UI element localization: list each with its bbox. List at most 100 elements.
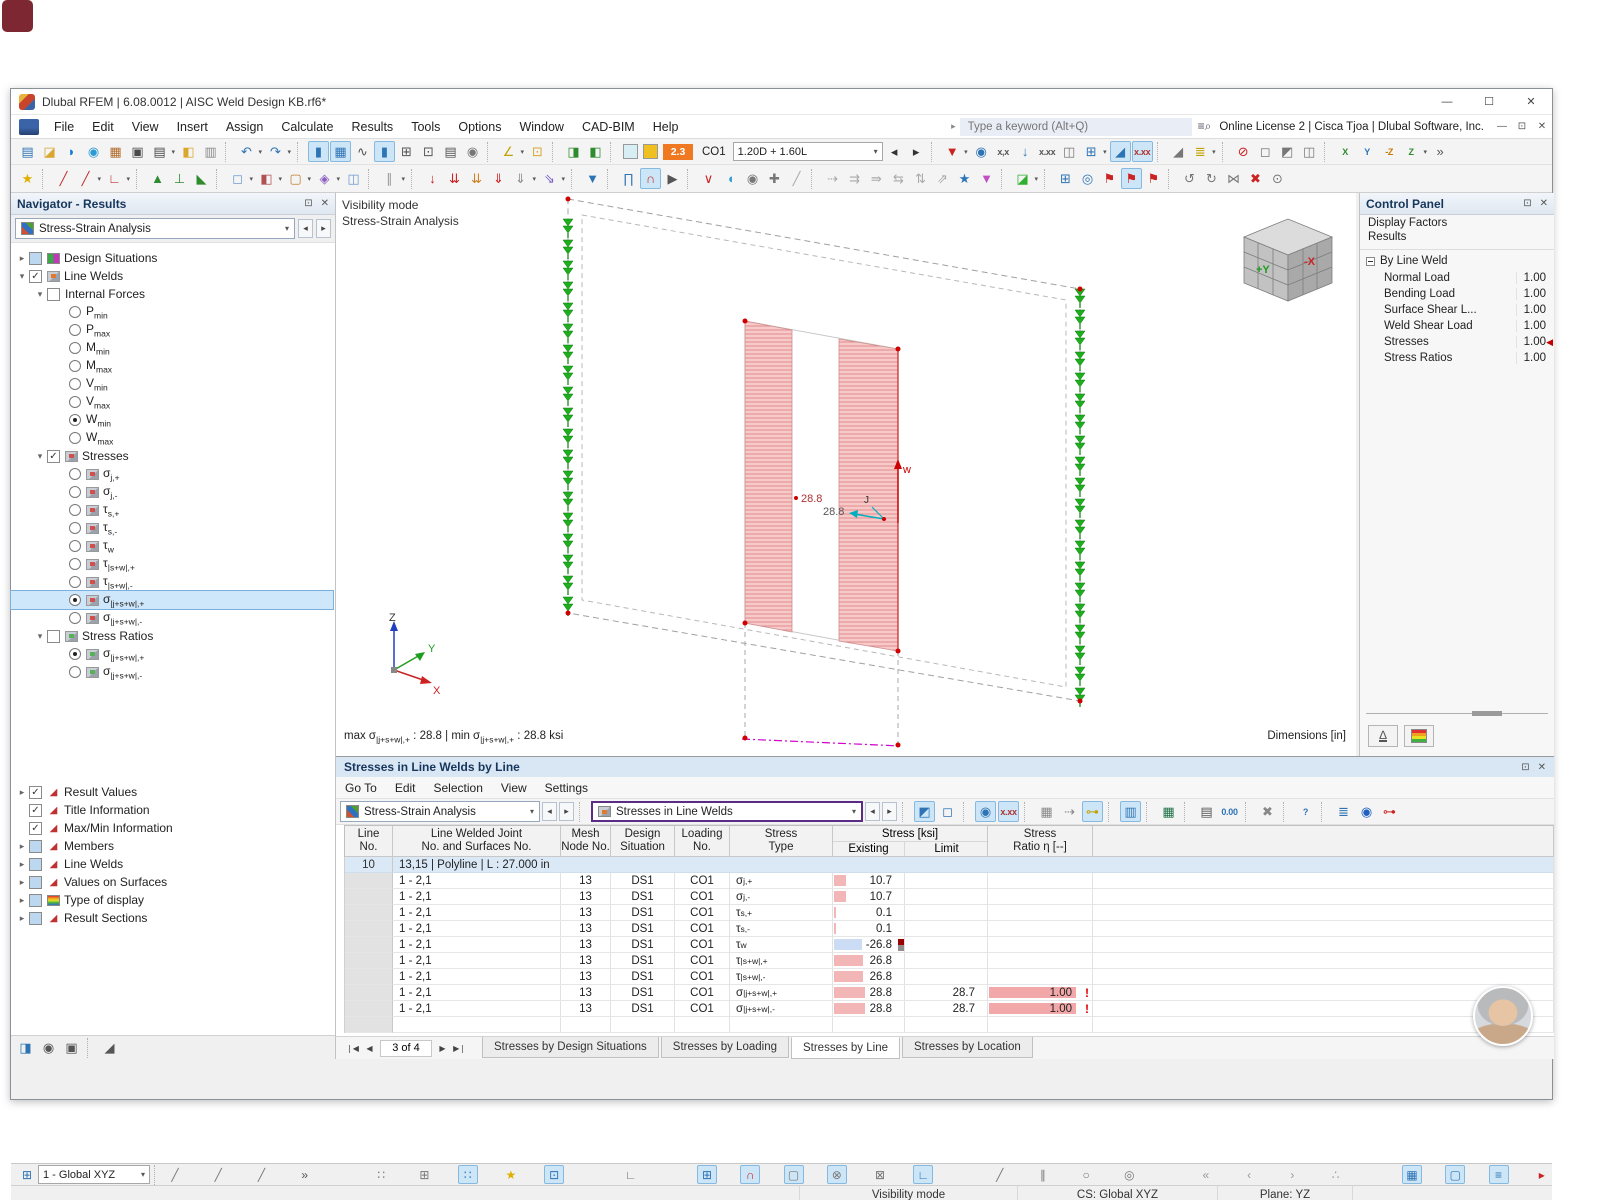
table-combo1-next-button[interactable]: ▸ <box>559 802 574 821</box>
loading-cell[interactable]: CO1 <box>675 905 730 921</box>
close-button[interactable]: ✕ <box>1510 89 1552 114</box>
selection-window-icon[interactable]: ▢ <box>1445 1165 1465 1184</box>
stress-ratio-cell[interactable] <box>988 889 1093 905</box>
radio-button[interactable] <box>69 378 81 390</box>
radio-button[interactable] <box>69 486 81 498</box>
visibility-flag-new-icon[interactable]: ⚑ <box>1143 168 1164 189</box>
radio-button[interactable] <box>69 540 81 552</box>
dots-snap-icon[interactable]: ∴ <box>1326 1165 1346 1184</box>
stress-type-cell[interactable]: σ|j+s+w|,- <box>730 1001 833 1017</box>
new-polyline-icon[interactable]: ∟▾ <box>104 168 125 189</box>
navigator-toggle-icon[interactable]: ▮ <box>308 141 329 162</box>
checkbox[interactable]: ✓ <box>29 270 42 283</box>
table-row[interactable]: 1 - 2,113DS1CO1τ|s+w|,+26.8 <box>344 953 1554 969</box>
table-menu-go-to[interactable]: Go To <box>336 777 386 798</box>
col-mesh-node[interactable]: Mesh Node No. <box>561 826 611 857</box>
menu-insert[interactable]: Insert <box>168 115 217 138</box>
box-snap-icon[interactable]: ⊠ <box>870 1165 890 1184</box>
joint-cell[interactable]: 1 - 2,1 <box>393 985 561 1001</box>
radio-button[interactable] <box>69 612 81 624</box>
rotate-cw-icon[interactable]: ↻ <box>1201 168 1222 189</box>
stress-type-cell[interactable]: τs,- <box>730 921 833 937</box>
snap-guides-icon[interactable]: ⊡ <box>544 1165 564 1184</box>
radio-button[interactable] <box>69 648 81 660</box>
col-existing[interactable]: Existing <box>833 842 905 856</box>
existing-stress-cell[interactable]: 26.8 <box>833 953 905 969</box>
stress-type-cell[interactable]: σ|j+s+w|,+ <box>730 985 833 1001</box>
camera-icon[interactable]: ▣ <box>61 1037 82 1058</box>
report-icon[interactable]: ▥ <box>200 141 221 162</box>
dlubal-connect-icon[interactable]: ◗ <box>61 141 82 162</box>
units-icon[interactable]: ≣▾ <box>1190 141 1211 162</box>
col-stress-ratio[interactable]: Stress Ratio η [--] <box>988 826 1093 857</box>
render-edit-icon[interactable]: ◩ <box>1277 141 1298 162</box>
new-member-icon[interactable]: ▲ <box>147 168 168 189</box>
scale-button[interactable]: ∆ <box>1368 725 1398 747</box>
line-number-cell[interactable]: 10 <box>345 857 393 873</box>
panel-toggle-icon[interactable]: ▮ <box>374 141 395 162</box>
limit-stress-cell[interactable] <box>905 969 988 985</box>
display-item-max-min-information[interactable]: ✓◢Max/Min Information <box>11 819 335 837</box>
result-values-icon[interactable]: x,x <box>993 141 1014 162</box>
limit-stress-cell[interactable] <box>905 873 988 889</box>
print-icon[interactable]: ▤▾ <box>149 141 170 162</box>
tangent-snap-icon[interactable]: ○ <box>1076 1165 1096 1184</box>
menu-calculate[interactable]: Calculate <box>272 115 342 138</box>
minimize-button[interactable]: — <box>1426 89 1468 114</box>
collapse-icon[interactable] <box>1366 257 1375 266</box>
analysis-type-select[interactable]: Stress-Strain Analysis ▾ <box>15 218 295 239</box>
tree-item-v-max[interactable]: Vmax <box>11 393 335 411</box>
expander-icon[interactable]: ▾ <box>15 271 29 282</box>
loading-cell[interactable]: CO1 <box>675 889 730 905</box>
tree-item-s[interactable]: τs,+ <box>11 501 335 519</box>
mesh-node-cell[interactable]: 13 <box>561 937 611 953</box>
checkbox[interactable] <box>29 840 42 853</box>
existing-stress-cell[interactable]: -26.8 <box>833 937 905 953</box>
tree-item-j-s-w[interactable]: σ|j+s+w|,- <box>11 663 335 681</box>
next-loading-icon[interactable]: ▸ <box>906 141 927 162</box>
generate-loads-icon[interactable]: ◨ <box>563 141 584 162</box>
radio-button[interactable] <box>69 468 81 480</box>
existing-stress-cell[interactable]: 0.1 <box>833 921 905 937</box>
surface-load-icon[interactable]: ⇊ <box>466 168 487 189</box>
edge-mid-snap-icon[interactable]: ╱ <box>165 1165 185 1184</box>
tree-item-stress-ratios[interactable]: ▾Stress Ratios <box>11 627 335 645</box>
search-input[interactable] <box>960 118 1192 136</box>
animation-icon[interactable]: ▶ <box>662 168 683 189</box>
stress-type-cell[interactable] <box>730 1017 833 1033</box>
arrow-snap-1-icon[interactable]: « <box>1196 1165 1216 1184</box>
design-situation-cell[interactable]: DS1 <box>611 905 675 921</box>
select-objects-icon[interactable]: ◩ <box>914 801 935 822</box>
column-chart-icon[interactable]: ▥ <box>1120 801 1141 822</box>
joint-cell[interactable] <box>393 1017 561 1033</box>
analysis-next-button[interactable]: ▸ <box>316 219 331 238</box>
align-vertical-icon[interactable]: ⇅ <box>910 168 931 189</box>
checkbox[interactable] <box>29 252 42 265</box>
snap-grid-icon[interactable]: ⊞ <box>697 1165 717 1184</box>
redo-icon[interactable]: ↷▾ <box>265 141 286 162</box>
tree-item-j-s-w[interactable]: σ|j+s+w|,- <box>11 609 335 627</box>
factor-slider[interactable] <box>1366 713 1548 714</box>
col-joint[interactable]: Line Welded Joint No. and Surfaces No. <box>393 826 561 857</box>
mesh-node-cell[interactable]: 13 <box>561 985 611 1001</box>
mesh-node-cell[interactable]: 13 <box>561 953 611 969</box>
checkbox[interactable] <box>29 912 42 925</box>
tree-item-internal-forces[interactable]: ▾Internal Forces <box>11 285 335 303</box>
expander-icon[interactable]: ▾ <box>33 631 47 642</box>
nodal-load-icon[interactable]: ↓ <box>422 168 443 189</box>
maximize-button[interactable]: ☐ <box>1468 89 1510 114</box>
square-snap-icon[interactable]: ▢ <box>784 1165 804 1184</box>
design-situation-cell[interactable] <box>611 1017 675 1033</box>
load-combo[interactable]: 1.20D + 1.60L▾ <box>733 142 883 161</box>
table-view-icon[interactable]: ▦ <box>1036 801 1057 822</box>
ramp-mini-icon[interactable]: ◢ <box>99 1037 120 1058</box>
loading-cell[interactable]: CO1 <box>675 953 730 969</box>
colormap-button[interactable] <box>1404 725 1434 747</box>
loading-cell[interactable]: CO1 <box>675 1001 730 1017</box>
checkbox[interactable] <box>29 858 42 871</box>
show-xxx-icon[interactable]: x.xx <box>998 801 1019 822</box>
limit-stress-cell[interactable] <box>905 1017 988 1033</box>
stress-ratio-cell[interactable] <box>988 937 1093 953</box>
broken-link-icon[interactable]: ⊶ <box>1379 801 1400 822</box>
factor-row-surface-shear-l[interactable]: Surface Shear L...1.00 <box>1360 302 1554 318</box>
